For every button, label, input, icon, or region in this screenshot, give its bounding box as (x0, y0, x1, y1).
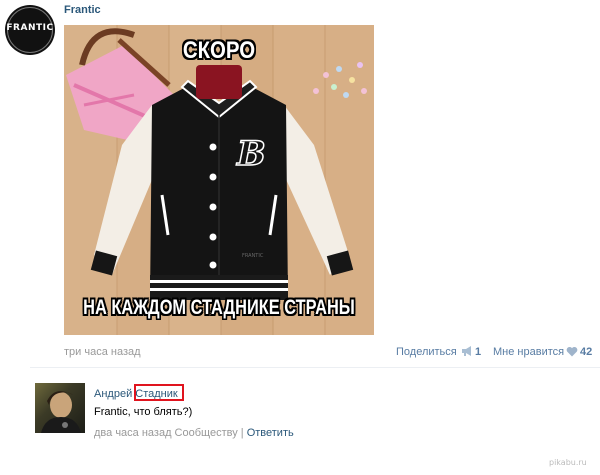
candy-decoration (313, 62, 367, 98)
group-name-link[interactable]: Frantic (64, 4, 101, 16)
jacket-illustration: B FRANTIC (66, 28, 367, 300)
share-button[interactable]: Поделиться (396, 346, 457, 358)
reply-button[interactable]: Ответить (247, 427, 294, 439)
site-watermark: pikabu.ru (549, 458, 587, 467)
meta-separator: | (240, 427, 244, 439)
hanger-tag (196, 65, 242, 99)
post-timestamp[interactable]: три часа назад (64, 346, 141, 358)
share-count[interactable]: 1 (475, 346, 481, 358)
like-count[interactable]: 42 (580, 346, 592, 358)
heart-icon[interactable] (566, 346, 578, 357)
author-first-name[interactable]: Андрей (94, 388, 132, 400)
meme-caption-top: СКОРО (182, 37, 256, 64)
like-button[interactable]: Мне нравится (493, 346, 564, 358)
svg-text:FRANTIC: FRANTIC (242, 253, 264, 259)
svg-text:B: B (236, 134, 266, 174)
group-avatar[interactable]: FRANTIC (5, 5, 55, 55)
comment-timestamp[interactable]: два часа назад (94, 427, 171, 439)
comment-context[interactable]: Сообществу (175, 427, 238, 439)
highlight-annotation-box (134, 384, 184, 401)
comment-author-avatar[interactable] (35, 383, 85, 433)
avatar-photo (41, 391, 81, 433)
post-divider (30, 367, 600, 368)
post-image[interactable]: B FRANTIC СКОРО НА КАЖДОМ СТАДНИКЕ СТРАН… (64, 25, 374, 335)
avatar-logo-text: FRANTIC (6, 23, 54, 33)
megaphone-icon[interactable] (461, 345, 473, 357)
meme-caption-bottom: НА КАЖДОМ СТАДНИКЕ СТРАНЫ (83, 296, 355, 319)
comment-text: Frantic, что блять?) (94, 406, 193, 418)
comment-meta: два часа назад Сообществу | Ответить (94, 427, 294, 439)
